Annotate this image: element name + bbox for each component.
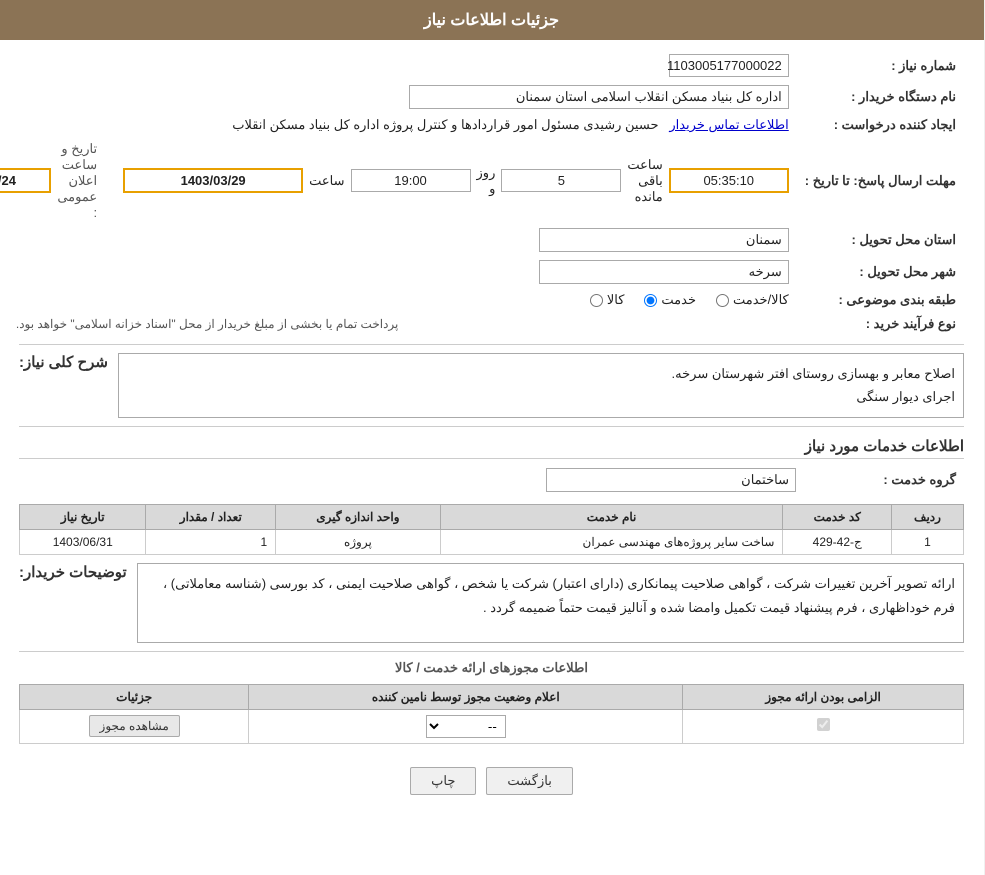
cell-code: ج-42-429 <box>784 529 893 554</box>
category-label: طبقه بندی موضوعی : <box>798 288 965 312</box>
creator-row: ایجاد کننده درخواست : اطلاعات تماس خریدا… <box>0 113 965 137</box>
page-header: جزئیات اطلاعات نیاز <box>0 0 985 40</box>
description-section: شرح کلی نیاز: اصلاح معابر و بهسازی روستا… <box>20 353 965 418</box>
city-row: شهر محل تحویل : سرخه <box>0 256 965 288</box>
services-table: ردیف کد خدمت نام خدمت واحد اندازه گیری ت… <box>20 504 965 555</box>
buyer-row: نام دستگاه خریدار : اداره کل بنیاد مسکن … <box>0 81 965 113</box>
perm-required-checkbox <box>818 718 831 731</box>
service-group-value: ساختمان <box>547 468 797 492</box>
category-kala[interactable]: کالا <box>591 292 626 308</box>
creator-link[interactable]: اطلاعات تماس خریدار <box>670 117 789 132</box>
buyer-label: نام دستگاه خریدار : <box>798 81 965 113</box>
buyer-value: اداره کل بنیاد مسکن انقلاب اسلامی استان … <box>410 85 790 109</box>
deadline-row: مهلت ارسال پاسخ: تا تاریخ : 05:35:10 ساع… <box>0 137 965 224</box>
remaining-value: 05:35:10 <box>670 168 790 193</box>
description-line1: اصلاح معابر و بهسازی روستای افتر شهرستان… <box>128 362 956 385</box>
perm-details-cell: مشاهده مجوز <box>21 709 250 743</box>
services-section: اطلاعات خدمات مورد نیاز گروه خدمت : ساخت… <box>20 437 965 555</box>
service-group-label: گروه خدمت : <box>805 464 965 496</box>
main-content: شماره نیاز : 1103005177000022 نام دستگاه… <box>0 40 985 820</box>
process-note: پرداخت تمام یا بخشی از مبلغ خریدار از مح… <box>17 317 400 331</box>
cell-name: ساخت سایر پروژه‌های مهندسی عمران <box>441 529 784 554</box>
permissions-section: اطلاعات مجوزهای ارائه خدمت / کالا الزامی… <box>20 660 965 744</box>
col-code: کد خدمت <box>784 504 893 529</box>
process-row: نوع فرآیند خرید : متوسط جزیی <box>0 312 965 336</box>
view-permission-button[interactable]: مشاهده مجوز <box>90 715 181 737</box>
need-number-value: 1103005177000022 <box>670 54 790 77</box>
category-kala-khadamat[interactable]: کالا/خدمت <box>717 292 790 308</box>
province-value: سمنان <box>540 228 790 252</box>
city-label: شهر محل تحویل : <box>798 256 965 288</box>
deadline-label: مهلت ارسال پاسخ: تا تاریخ : <box>798 137 965 224</box>
perm-col-status: اعلام وضعیت مجوز توسط نامین کننده <box>250 684 684 709</box>
category-radio-group: کالا/خدمت خدمت کالا <box>591 292 790 308</box>
notes-section: توضیحات خریدار: ارائه تصویر آخرین تغییرا… <box>20 563 965 643</box>
col-name: نام خدمت <box>441 504 784 529</box>
permission-row: -- مشاهده مجوز <box>21 709 965 743</box>
footer-buttons: بازگشت چاپ <box>20 752 965 810</box>
print-button[interactable]: چاپ <box>411 767 477 795</box>
notes-title: توضیحات خریدار: <box>20 563 128 584</box>
permissions-title: اطلاعات مجوزهای ارائه خدمت / کالا <box>20 660 965 676</box>
announcement-value: 1403/03/24 - 13:11 <box>0 168 52 193</box>
day-value: 5 <box>502 169 622 192</box>
header-title: جزئیات اطلاعات نیاز <box>425 12 560 29</box>
creator-value: حسین رشیدی مسئول امور قراردادها و کنترل … <box>233 117 659 132</box>
process-label: نوع فرآیند خرید : <box>798 312 965 336</box>
cell-row: 1 <box>892 529 964 554</box>
page-wrapper: جزئیات اطلاعات نیاز شماره نیاز : 1103005… <box>0 0 985 875</box>
announcement-label: تاریخ و ساعت اعلان عمومی : <box>58 141 98 220</box>
perm-col-details: جزئیات <box>21 684 250 709</box>
notes-text: ارائه تصویر آخرین تغییرات شرکت ، گواهی ص… <box>164 576 956 616</box>
category-khadamat[interactable]: خدمت <box>645 292 697 308</box>
perm-status-select[interactable]: -- <box>427 715 507 738</box>
date-value: 1403/03/29 <box>124 168 304 193</box>
perm-required-cell <box>684 709 965 743</box>
service-table-row: 1 ج-42-429 ساخت سایر پروژه‌های مهندسی عم… <box>21 529 965 554</box>
back-button[interactable]: بازگشت <box>487 767 573 795</box>
cell-quantity: 1 <box>147 529 277 554</box>
description-title: شرح کلی نیاز: <box>20 353 109 374</box>
services-title: اطلاعات خدمات مورد نیاز <box>20 437 965 459</box>
col-row: ردیف <box>892 504 964 529</box>
remaining-label: ساعت باقی مانده <box>628 157 663 205</box>
need-number-label: شماره نیاز : <box>798 50 965 81</box>
col-quantity: تعداد / مقدار <box>147 504 277 529</box>
info-table: شماره نیاز : 1103005177000022 نام دستگاه… <box>0 50 965 336</box>
province-label: استان محل تحویل : <box>798 224 965 256</box>
province-row: استان محل تحویل : سمنان <box>0 224 965 256</box>
cell-unit: پروژه <box>277 529 441 554</box>
perm-status-cell: -- <box>250 709 684 743</box>
notes-box: ارائه تصویر آخرین تغییرات شرکت ، گواهی ص… <box>138 563 965 643</box>
permissions-table: الزامی بودن ارائه مجوز اعلام وضعیت مجوز … <box>20 684 965 744</box>
need-number-row: شماره نیاز : 1103005177000022 <box>0 50 965 81</box>
description-box: اصلاح معابر و بهسازی روستای افتر شهرستان… <box>119 353 965 418</box>
day-label: روز و <box>478 165 497 197</box>
service-group-table: گروه خدمت : ساختمان <box>20 464 965 496</box>
perm-col-required: الزامی بودن ارائه مجوز <box>684 684 965 709</box>
col-date: تاریخ نیاز <box>21 504 147 529</box>
city-value: سرخه <box>540 260 790 284</box>
process-options: متوسط جزیی پرداخت تمام یا بخشی از مبلغ خ… <box>0 316 790 332</box>
creator-label: ایجاد کننده درخواست : <box>798 113 965 137</box>
category-row: طبقه بندی موضوعی : کالا/خدمت خدمت کالا <box>0 288 965 312</box>
description-line2: اجرای دیوار سنگی <box>128 385 956 408</box>
time-label: ساعت <box>310 173 345 189</box>
col-unit: واحد اندازه گیری <box>277 504 441 529</box>
cell-date: 1403/06/31 <box>21 529 147 554</box>
time-value: 19:00 <box>352 169 472 192</box>
